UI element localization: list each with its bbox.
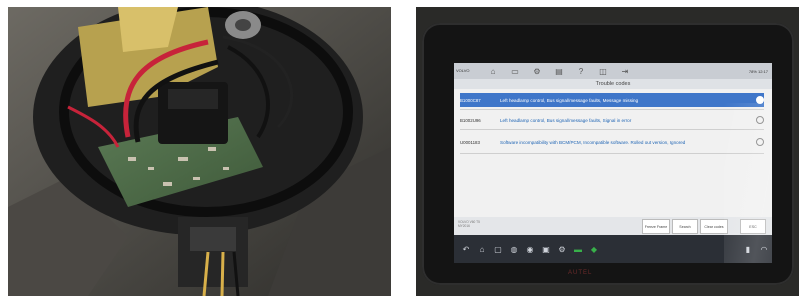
dtc-description: Software incompatibility with BCM/PCM, I… — [500, 139, 686, 145]
gear-icon[interactable]: ⚙ — [526, 63, 548, 79]
dtc-code: B1002U96 — [460, 117, 481, 123]
divider — [460, 153, 764, 154]
code-row[interactable]: B1002U96 Left headlamp control, Bus sign… — [460, 113, 764, 127]
freeze-frame-button[interactable]: Freeze Frame — [642, 219, 670, 234]
dtc-code: U0001183 — [460, 139, 480, 145]
tablet-screen: VOLVO ⌂ ▭ ⚙ ▤ ? ◫ ⇥ 78% 12:17 Trouble co… — [454, 63, 772, 263]
dtc-description: Left headlamp control, Bus signal/messag… — [500, 117, 632, 123]
top-toolbar: VOLVO ⌂ ▭ ⚙ ▤ ? ◫ ⇥ 78% 12:17 — [454, 63, 772, 79]
vci-icon[interactable]: ▬ — [570, 245, 586, 254]
dtc-code: B1000C87 — [460, 97, 481, 103]
tablet-device: VOLVO ⌂ ▭ ⚙ ▤ ? ◫ ⇥ 78% 12:17 Trouble co… — [422, 23, 794, 285]
code-row[interactable]: B1000C87 Left headlamp control, Bus sign… — [460, 93, 764, 107]
device-brand: AUTEL — [568, 270, 593, 276]
window-icon[interactable]: ◫ — [592, 63, 614, 79]
vehicle-label: VOLVO — [456, 68, 470, 73]
recent-icon[interactable]: ▢ — [490, 245, 506, 254]
home-icon[interactable]: ⌂ — [482, 63, 504, 79]
status-readout: 78% 12:17 — [748, 68, 768, 74]
headlamp-photo — [8, 7, 391, 296]
vehicle-info: VOLVO V60 T5 MY2016 — [458, 220, 528, 228]
camera-icon[interactable]: ◉ — [522, 245, 538, 254]
scan-tool-photo: VOLVO ⌂ ▭ ⚙ ▤ ? ◫ ⇥ 78% 12:17 Trouble co… — [416, 7, 799, 296]
divider — [460, 129, 764, 130]
back-icon[interactable]: ↶ — [458, 245, 474, 254]
search-button[interactable]: Search — [672, 219, 698, 234]
help-icon[interactable]: ? — [570, 63, 592, 79]
divider — [460, 109, 764, 110]
screen-glare — [724, 103, 772, 263]
dtc-description: Left headlamp control, Bus signal/messag… — [500, 97, 639, 103]
settings-icon[interactable]: ⚙ — [554, 245, 570, 254]
gallery-icon[interactable]: ▣ — [538, 245, 554, 254]
car-icon[interactable]: ◆ — [586, 245, 602, 254]
headlamp-illustration — [8, 7, 391, 296]
home-icon[interactable]: ⌂ — [474, 245, 490, 254]
exit-icon[interactable]: ⇥ — [614, 63, 636, 79]
vehicle-year: MY2016 — [458, 224, 470, 228]
screen-title: Trouble codes — [454, 79, 772, 89]
print-icon[interactable]: ▤ — [548, 63, 570, 79]
code-row[interactable]: U0001183 Software incompatibility with B… — [460, 133, 764, 151]
car-icon[interactable]: ▭ — [504, 63, 526, 79]
browser-icon[interactable]: ◍ — [506, 245, 522, 254]
